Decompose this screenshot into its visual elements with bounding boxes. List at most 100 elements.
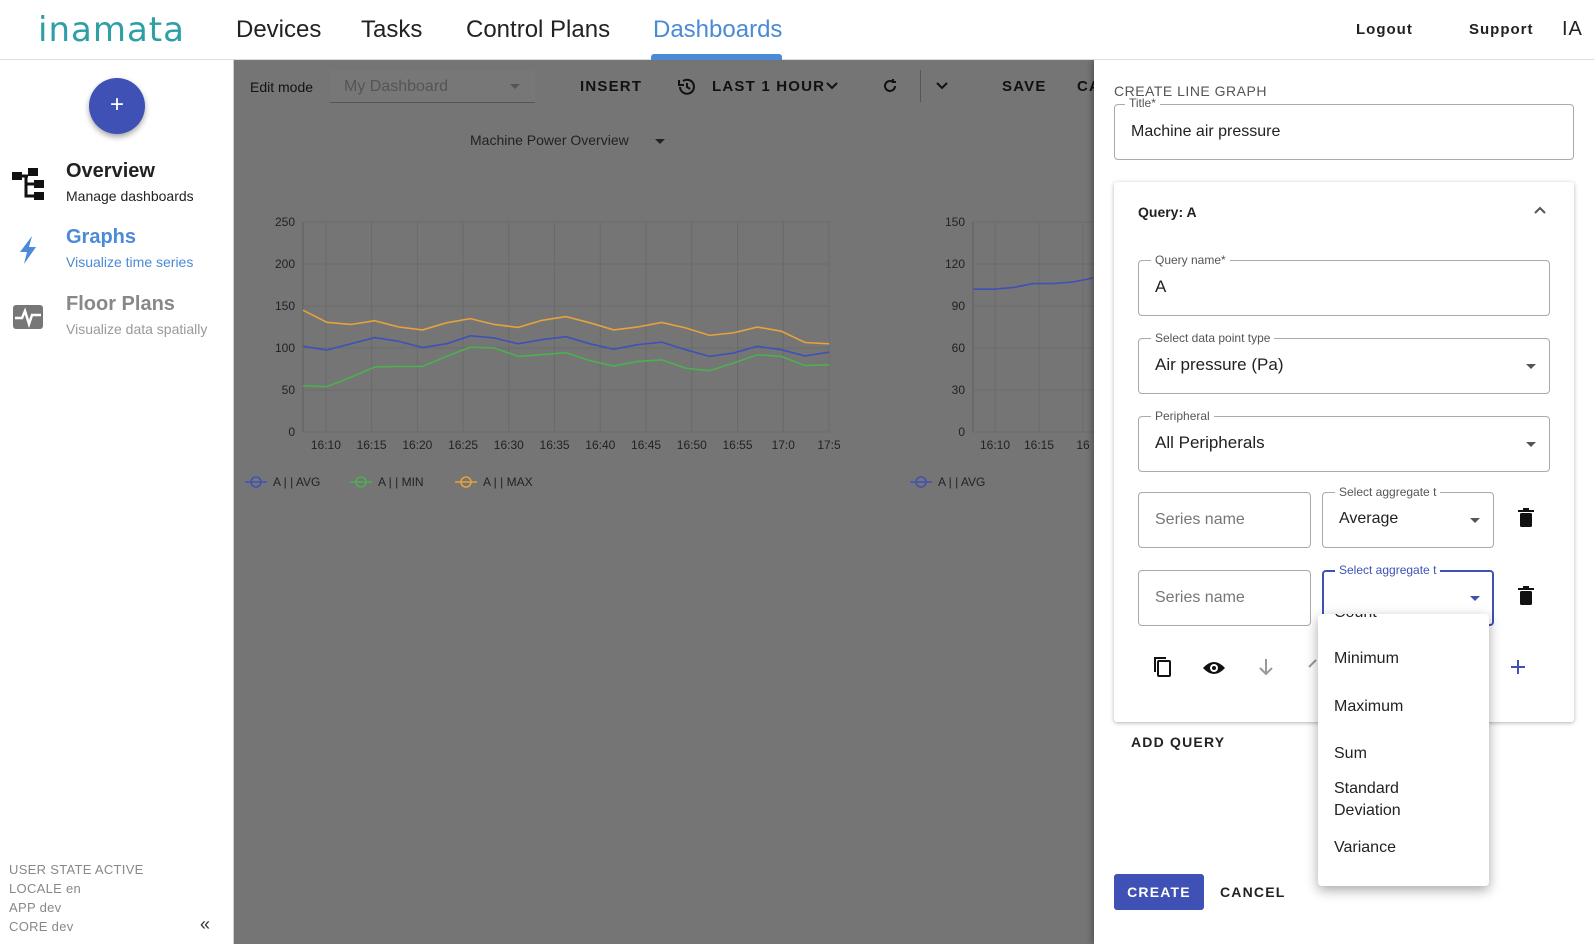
time-range-button[interactable]: LAST 1 HOUR bbox=[712, 78, 825, 95]
active-tab-indicator bbox=[651, 54, 782, 60]
x-tick-label: 17:0 bbox=[772, 438, 796, 452]
toolbar-divider bbox=[920, 70, 921, 102]
legend-label: A | | MIN bbox=[378, 475, 424, 489]
hierarchy-icon bbox=[12, 168, 44, 200]
insert-button[interactable]: INSERT bbox=[580, 78, 642, 95]
x-tick-label: 16:15 bbox=[1024, 438, 1054, 452]
peripheral-select[interactable]: Peripheral All Peripherals bbox=[1138, 409, 1550, 472]
x-tick-label: 16:45 bbox=[631, 438, 661, 452]
option-count[interactable]: Count bbox=[1334, 614, 1377, 622]
chevron-down-icon[interactable] bbox=[655, 139, 665, 144]
nav-tasks[interactable]: Tasks bbox=[361, 16, 422, 44]
monitor-pulse-icon bbox=[13, 305, 43, 329]
chevron-down-icon bbox=[510, 84, 520, 89]
nav-control-plans[interactable]: Control Plans bbox=[466, 16, 610, 44]
series-name-placeholder: Series name bbox=[1155, 589, 1245, 606]
field-label: Select data point type bbox=[1151, 331, 1275, 345]
x-tick-label: 16 bbox=[1076, 438, 1090, 452]
nav-devices[interactable]: Devices bbox=[236, 16, 321, 44]
widget-title[interactable]: Machine Power Overview bbox=[470, 132, 629, 148]
data-point-type-select[interactable]: Select data point type Air pressure (Pa) bbox=[1138, 331, 1550, 394]
logout-button[interactable]: Logout bbox=[1356, 21, 1413, 38]
y-tick-label: 50 bbox=[282, 383, 296, 397]
add-dashboard-button[interactable]: + bbox=[89, 78, 145, 134]
aggregate-select[interactable]: Select aggregate t Average bbox=[1322, 485, 1494, 548]
field-label: Query name* bbox=[1151, 253, 1230, 267]
save-button[interactable]: SAVE bbox=[1002, 78, 1047, 95]
title-value: Machine air pressure bbox=[1131, 123, 1281, 140]
y-tick-label: 150 bbox=[945, 215, 965, 229]
eye-icon[interactable] bbox=[1202, 660, 1226, 676]
option-label-line: Deviation bbox=[1334, 802, 1401, 819]
sidebar: + Overview Manage dashboards Graphs Visu… bbox=[0, 60, 234, 944]
arrow-down-icon[interactable] bbox=[1258, 658, 1274, 676]
chevron-down-icon bbox=[1470, 596, 1480, 601]
delete-icon[interactable] bbox=[1518, 586, 1534, 606]
create-button[interactable]: CREATE bbox=[1114, 874, 1204, 910]
query-header[interactable]: Query: A bbox=[1138, 204, 1197, 220]
copy-icon[interactable] bbox=[1152, 656, 1172, 678]
chevron-down-icon bbox=[1526, 364, 1536, 369]
x-tick-label: 17:5 bbox=[817, 438, 841, 452]
query-name-field[interactable]: Query name* A bbox=[1138, 253, 1550, 316]
sidebar-item-title: Graphs bbox=[66, 226, 137, 248]
nav-dashboards[interactable]: Dashboards bbox=[653, 16, 782, 44]
chevron-down-icon bbox=[1470, 518, 1480, 523]
sidebar-item-overview[interactable]: Overview Manage dashboards bbox=[0, 160, 234, 216]
x-tick-label: 16:10 bbox=[980, 438, 1010, 452]
sidebar-item-subtitle: Visualize data spatially bbox=[66, 321, 208, 337]
delete-icon[interactable] bbox=[1518, 508, 1534, 528]
option-sum[interactable]: Sum bbox=[1334, 745, 1367, 763]
chevron-down-icon[interactable] bbox=[826, 82, 838, 90]
option-maximum[interactable]: Maximum bbox=[1334, 698, 1403, 716]
sidebar-item-subtitle: Manage dashboards bbox=[66, 188, 194, 204]
collapse-sidebar-icon[interactable]: « bbox=[200, 914, 210, 935]
title-field[interactable]: Title* Machine air pressure bbox=[1114, 96, 1574, 160]
user-state: USER STATE ACTIVE bbox=[9, 862, 144, 877]
chart-frame bbox=[302, 221, 830, 433]
core-version: CORE dev bbox=[9, 919, 74, 934]
cancel-button[interactable]: CANCEL bbox=[1220, 884, 1286, 900]
x-tick-label: 16:40 bbox=[585, 438, 615, 452]
dashboard-select[interactable]: My Dashboard bbox=[330, 70, 535, 103]
y-tick-label: 60 bbox=[952, 341, 966, 355]
chevron-up-icon[interactable] bbox=[1534, 206, 1546, 214]
chevron-down-icon bbox=[1526, 442, 1536, 447]
legend-label: A | | MAX bbox=[483, 475, 533, 489]
y-tick-label: 90 bbox=[952, 299, 966, 313]
line-chart-1: 250 200 150 100 50 0 16:10 16:15 16:20 16:25 16:30… bbox=[245, 215, 1094, 489]
field-label: Select aggregate t bbox=[1335, 563, 1441, 577]
series-name-placeholder: Series name bbox=[1155, 511, 1245, 528]
option-variance[interactable]: Variance bbox=[1334, 839, 1396, 857]
x-tick-label: 16:25 bbox=[448, 438, 478, 452]
user-avatar[interactable]: IA bbox=[1562, 18, 1583, 41]
bolt-icon bbox=[20, 236, 36, 264]
option-standard-deviation[interactable]: Standard Deviation bbox=[1334, 780, 1401, 820]
y-tick-label: 250 bbox=[275, 215, 295, 229]
data-point-type-value: Air pressure (Pa) bbox=[1155, 355, 1284, 374]
sidebar-item-floor-plans[interactable]: Floor Plans Visualize data spatially bbox=[0, 293, 234, 349]
series-name-input[interactable]: Series name bbox=[1138, 492, 1311, 548]
series-name-input[interactable]: Series name bbox=[1138, 570, 1311, 626]
arrow-up-icon[interactable] bbox=[1308, 658, 1318, 668]
dashboard-select-placeholder: My Dashboard bbox=[344, 78, 449, 95]
edit-mode-label: Edit mode bbox=[250, 79, 314, 95]
refresh-icon[interactable] bbox=[882, 78, 898, 94]
top-bar: inamata Devices Tasks Control Plans Dash… bbox=[0, 0, 1594, 60]
legend-label: A | | AVG bbox=[273, 475, 320, 489]
support-button[interactable]: Support bbox=[1469, 21, 1534, 38]
sidebar-item-title: Overview bbox=[66, 160, 155, 182]
history-icon bbox=[678, 78, 695, 95]
y-tick-label: 0 bbox=[958, 425, 965, 439]
field-label: Select aggregate t bbox=[1335, 485, 1441, 499]
sidebar-item-graphs[interactable]: Graphs Visualize time series bbox=[0, 226, 234, 282]
y-tick-label: 150 bbox=[275, 299, 295, 313]
chevron-down-icon[interactable] bbox=[936, 82, 948, 90]
x-tick-label: 16:20 bbox=[402, 438, 432, 452]
x-tick-label: 16:10 bbox=[311, 438, 341, 452]
add-icon[interactable] bbox=[1510, 659, 1526, 675]
app-logo[interactable]: inamata bbox=[38, 10, 185, 50]
dashboard-area: Edit mode My Dashboard INSERT LAST 1 HOU… bbox=[234, 60, 1100, 944]
option-minimum[interactable]: Minimum bbox=[1334, 650, 1399, 668]
add-query-button[interactable]: ADD QUERY bbox=[1131, 734, 1225, 750]
